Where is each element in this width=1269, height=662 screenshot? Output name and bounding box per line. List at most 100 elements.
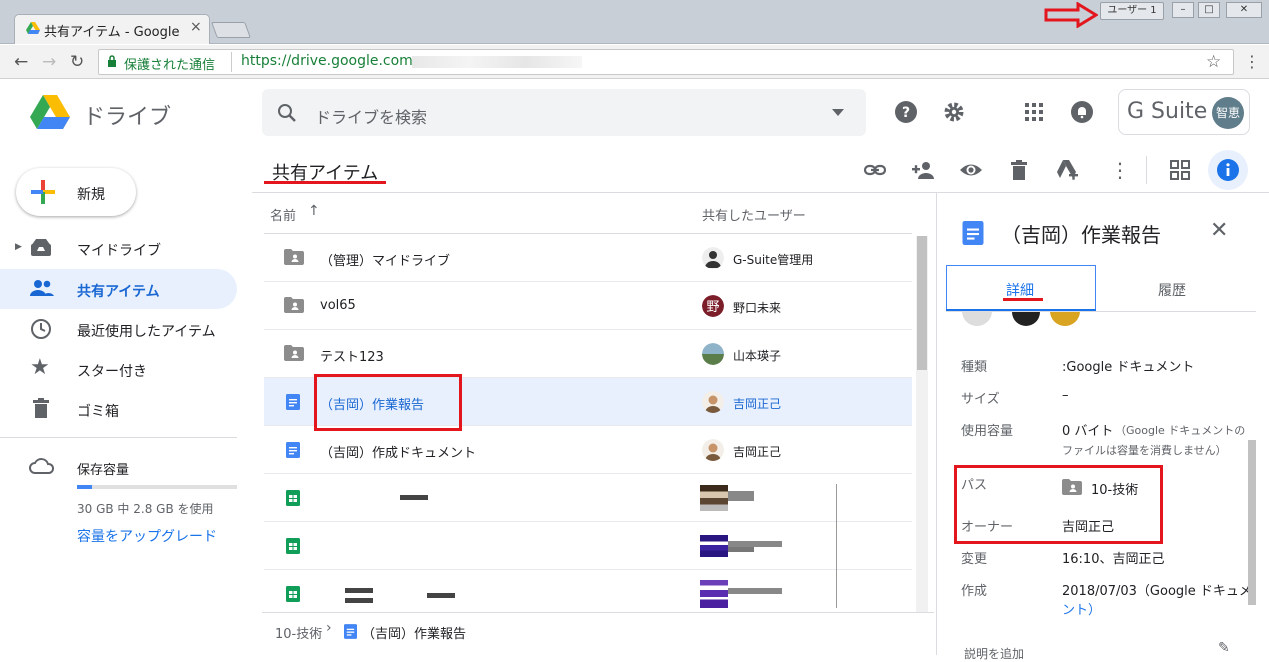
reload-icon[interactable]: ↻ bbox=[70, 52, 84, 72]
tab-title: 共有アイテム - Google bbox=[44, 25, 180, 40]
drive-logo-text: ドライブ bbox=[83, 105, 172, 130]
shared-folder-icon bbox=[284, 345, 304, 361]
breadcrumb-folder[interactable]: 10-技術 bbox=[275, 623, 322, 642]
avatar bbox=[702, 343, 724, 365]
detail-value-modified: 16:10、吉岡正己 bbox=[1062, 552, 1165, 567]
account-avatar[interactable]: 智恵 bbox=[1212, 97, 1244, 129]
add-description-field[interactable]: 説明を追加 bbox=[964, 645, 1024, 662]
detail-usage-note: ファイルは容量を消費しません） bbox=[1062, 444, 1227, 457]
star-icon: ★ bbox=[30, 355, 50, 380]
forward-icon[interactable]: → bbox=[42, 52, 56, 72]
tab-history[interactable]: 履歴 bbox=[1158, 280, 1186, 300]
sort-arrow-up-icon[interactable]: ↑ bbox=[308, 203, 320, 219]
new-button-label: 新規 bbox=[77, 187, 105, 203]
search-input[interactable]: ドライブを検索 bbox=[315, 104, 427, 128]
avatar bbox=[700, 580, 728, 608]
user-profile-chip[interactable]: ユーザー 1 bbox=[1100, 2, 1164, 20]
redacted-divider bbox=[836, 484, 837, 608]
add-to-drive-icon[interactable] bbox=[1055, 158, 1079, 182]
avatar bbox=[702, 391, 724, 413]
close-icon[interactable]: ✕ bbox=[1210, 218, 1228, 243]
google-doc-icon bbox=[962, 221, 984, 245]
preview-eye-icon[interactable] bbox=[959, 158, 983, 182]
shared-by-user: 野口未来 bbox=[733, 301, 782, 315]
drive-favicon-icon bbox=[26, 22, 40, 34]
breadcrumb-file: （吉岡）作業報告 bbox=[362, 627, 467, 642]
detail-value-created: ント） bbox=[1062, 603, 1102, 618]
detail-value-usage: 0 バイト bbox=[1062, 424, 1114, 439]
annotation-box-file bbox=[314, 374, 462, 431]
file-name: テスト123 bbox=[320, 350, 384, 365]
table-row[interactable] bbox=[264, 282, 912, 330]
search-icon[interactable] bbox=[277, 103, 297, 123]
detail-key-size: サイズ bbox=[961, 392, 1000, 407]
drive-logo-icon bbox=[30, 95, 70, 129]
redacted-user bbox=[728, 491, 754, 501]
svg-text:?: ? bbox=[902, 105, 910, 121]
annotation-arrow-icon bbox=[1044, 2, 1098, 28]
details-scrollbar-thumb[interactable] bbox=[1248, 440, 1256, 605]
maximize-icon[interactable]: □ bbox=[1198, 2, 1220, 18]
help-icon[interactable]: ? bbox=[894, 100, 918, 124]
toolbar-divider bbox=[1146, 156, 1147, 184]
tab-close-icon[interactable]: × bbox=[190, 19, 202, 35]
grid-view-icon[interactable] bbox=[1168, 158, 1192, 182]
google-doc-icon bbox=[286, 394, 300, 410]
details-title: （吉岡）作業報告 bbox=[1001, 223, 1161, 247]
detail-usage-note: （Google ドキュメントの bbox=[1115, 424, 1246, 437]
detail-key-modified: 変更 bbox=[961, 552, 988, 567]
avatar bbox=[700, 535, 728, 557]
sidebar-label-starred: スター付き bbox=[77, 364, 147, 380]
access-avatar bbox=[962, 312, 992, 326]
google-sheet-icon bbox=[286, 538, 300, 554]
redacted-name bbox=[345, 588, 373, 593]
search-options-chevron-down-icon[interactable] bbox=[832, 109, 844, 116]
close-window-icon[interactable]: ✕ bbox=[1226, 2, 1262, 18]
detail-key-type: 種類 bbox=[961, 360, 988, 375]
url-redacted bbox=[412, 56, 582, 68]
sidebar-label-my-drive: マイドライブ bbox=[77, 243, 161, 259]
storage-title: 保存容量 bbox=[77, 463, 130, 478]
shared-folder-icon bbox=[284, 249, 304, 265]
tabs-divider bbox=[946, 311, 1256, 312]
notifications-bell-icon[interactable] bbox=[1070, 100, 1094, 124]
annotation-underline-tab bbox=[1003, 298, 1043, 301]
minimize-icon[interactable]: – bbox=[1172, 2, 1194, 18]
redacted-name bbox=[427, 593, 455, 598]
access-avatar bbox=[1012, 312, 1040, 326]
table-row[interactable] bbox=[264, 570, 912, 618]
settings-gear-icon[interactable] bbox=[942, 100, 966, 124]
more-actions-icon[interactable]: ⋮ bbox=[1110, 158, 1130, 182]
file-name: （管理）マイドライブ bbox=[320, 254, 451, 269]
upgrade-storage-link[interactable]: 容量をアップグレード bbox=[77, 526, 217, 546]
back-icon[interactable]: ← bbox=[14, 52, 28, 72]
share-add-person-icon[interactable] bbox=[911, 158, 935, 182]
new-tab-button[interactable] bbox=[211, 22, 251, 38]
bookmark-star-icon[interactable]: ☆ bbox=[1206, 52, 1221, 72]
info-icon bbox=[1217, 159, 1239, 181]
address-divider bbox=[231, 52, 232, 72]
url-text[interactable]: https://drive.google.com bbox=[241, 53, 413, 69]
edit-pencil-icon[interactable]: ✎ bbox=[1218, 640, 1230, 656]
list-scrollbar-thumb[interactable] bbox=[917, 236, 927, 370]
table-row[interactable] bbox=[264, 522, 912, 570]
apps-grid-icon[interactable] bbox=[1022, 100, 1046, 124]
google-doc-icon bbox=[344, 624, 357, 639]
browser-menu-icon[interactable]: ⋮ bbox=[1244, 52, 1260, 71]
storage-progress-track bbox=[77, 485, 237, 489]
my-drive-icon bbox=[31, 239, 51, 256]
access-avatar bbox=[1050, 312, 1080, 326]
shared-by-user: 山本瑛子 bbox=[733, 349, 782, 363]
file-name: （吉岡）作成ドキュメント bbox=[320, 446, 477, 461]
redacted-user bbox=[728, 547, 754, 552]
get-link-icon[interactable] bbox=[863, 158, 887, 182]
storage-usage-text: 30 GB 中 2.8 GB を使用 bbox=[77, 502, 214, 516]
column-header-name[interactable]: 名前 bbox=[270, 205, 296, 224]
redacted-name bbox=[400, 495, 428, 500]
google-sheet-icon bbox=[286, 490, 300, 506]
annotation-box-path-owner bbox=[954, 465, 1163, 544]
detail-value-type: :Google ドキュメント bbox=[1062, 360, 1195, 375]
delete-trash-icon[interactable] bbox=[1007, 158, 1031, 182]
table-row[interactable] bbox=[264, 474, 912, 522]
google-sheet-icon bbox=[286, 586, 300, 602]
